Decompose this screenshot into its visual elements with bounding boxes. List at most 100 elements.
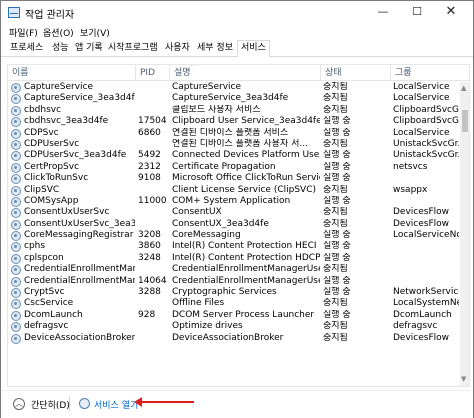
fewer-details-button[interactable]: 간단히(D)	[31, 398, 70, 411]
service-name-text: CDPUserSvc_3ea3d4fe	[24, 150, 127, 161]
table-row[interactable]: CscService Offline Files 중지됨 LocalSystemNe.…	[8, 298, 460, 310]
service-status: 실행 중	[323, 195, 351, 206]
service-name-text: CredentialEnrollmentMana...	[24, 264, 135, 275]
table-row[interactable]: CDPUserSvc 연결된 디바이스 플랫폼 사용자 서... 중지됨 Unista…	[8, 139, 460, 150]
service-description: Intel(R) Content Protection HECI Ser...	[172, 241, 320, 252]
column-pid[interactable]: PID	[136, 65, 170, 81]
menu-options[interactable]: 옵션(O)	[43, 26, 74, 39]
table-row[interactable]: CaptureService_3ea3d4fe CaptureService_3e…	[8, 93, 460, 105]
table-row[interactable]: DcomLaunch 928 DCOM Server Process Launche…	[8, 310, 460, 321]
table-row[interactable]: DeviceAssociationBrokerSvc DeviceAssociat…	[8, 333, 460, 344]
task-manager-window: 작업 관리자 — ☐ ✕ 파일(F) 옵션(O) 보기(V) 프로세스 성능 앱…	[0, 0, 474, 418]
service-name-text: ClipSVC	[24, 184, 60, 195]
vertical-scrollbar[interactable]: ▲ ▼	[460, 82, 469, 386]
service-group: DevicesFlow	[393, 207, 450, 218]
task-manager-icon	[8, 7, 20, 18]
service-name-text: CaptureService	[24, 82, 94, 92]
service-name: CDPSvc	[11, 128, 135, 139]
column-description[interactable]: 설명	[170, 65, 321, 81]
table-row[interactable]: CoreMessagingRegistrar 3208 CoreMessaging 실…	[8, 230, 460, 242]
tab-processes[interactable]: 프로세스	[7, 41, 46, 57]
tab-startup[interactable]: 시작프로그램	[105, 41, 161, 57]
chevron-up-icon[interactable]: ︿	[13, 398, 25, 410]
service-status: 중지됨	[323, 82, 348, 92]
service-name-text: cplspcon	[24, 252, 64, 263]
table-row[interactable]: CDPSvc 6860 연결된 디바이스 플랫폼 서비스 실행 중 LocalServi…	[8, 128, 460, 139]
service-name: cplspcon	[11, 253, 135, 264]
maximize-button[interactable]: ☐	[400, 1, 434, 25]
service-pid: 14064	[138, 275, 167, 286]
gear-icon	[11, 117, 21, 128]
service-pid: 3860	[138, 241, 161, 252]
service-status: 중지됨	[323, 138, 348, 149]
service-group: LocalSystemNe...	[393, 298, 459, 309]
footer-bar: ︿ 간단히(D) 서비스 열기	[1, 390, 473, 418]
window-title: 작업 관리자	[25, 10, 75, 21]
column-name[interactable]: 이름	[8, 65, 136, 81]
table-row[interactable]: ConsentUxUserSvc ConsentUX 중지됨 DevicesFlow	[8, 207, 460, 219]
column-group[interactable]: 그룹	[391, 65, 460, 81]
services-icon[interactable]	[79, 398, 90, 409]
table-row[interactable]: ClickToRunSvc 9108 Microsoft Office ClickT…	[8, 173, 460, 185]
service-name-text: CscService	[24, 298, 74, 309]
service-description: Offline Files	[172, 298, 225, 309]
tab-services[interactable]: 서비스	[237, 40, 270, 58]
service-status: 실행 중	[323, 241, 351, 252]
table-row[interactable]: cbdhsvc 클립보드 사용자 서비스 중지됨 ClipboardSvcG...	[8, 105, 460, 116]
service-name-text: DcomLaunch	[24, 309, 83, 320]
table-row[interactable]: ConsentUxUserSvc_3ea3d4fe ConsentUX_3ea3d…	[8, 219, 460, 230]
column-status[interactable]: 상태	[321, 65, 391, 81]
tab-app-history[interactable]: 앱 기록	[72, 41, 106, 57]
gear-icon	[11, 94, 21, 105]
service-name: CredentialEnrollmentMana...	[11, 264, 135, 276]
tab-users[interactable]: 사용자	[162, 41, 193, 57]
table-row[interactable]: cbdhsvc_3ea3d4fe 17504 Clipboard User Serv…	[8, 116, 460, 128]
footer-divider	[69, 397, 70, 411]
menu-view[interactable]: 보기(V)	[80, 26, 110, 39]
service-description: ConsentUX	[172, 207, 222, 218]
table-row[interactable]: ClipSVC Client License Service (ClipSVC) 중…	[8, 185, 460, 196]
service-name-text: CDPUserSvc	[24, 138, 80, 149]
table-row[interactable]: cplspcon 3248 Intel(R) Content Protection …	[8, 253, 460, 264]
tab-performance[interactable]: 성능	[49, 41, 72, 57]
table-row[interactable]: CryptSvc 3288 Cryptographic Services 실행 중 Ne…	[8, 287, 460, 299]
scroll-up-icon[interactable]: ▲	[461, 84, 466, 92]
service-status: 실행 중	[323, 150, 351, 161]
gear-icon	[11, 310, 21, 321]
table-row[interactable]: defragsvc Optimize drives 중지됨 defragsvc	[8, 321, 460, 333]
gear-icon	[11, 174, 21, 185]
scrollbar-thumb[interactable]	[462, 110, 468, 132]
service-name: ClipSVC	[11, 185, 135, 196]
scroll-down-icon[interactable]: ▼	[461, 375, 466, 383]
table-row[interactable]: COMSysApp 11000 COM+ System Application 실행 …	[8, 196, 460, 207]
title-bar[interactable]: 작업 관리자 — ☐ ✕	[1, 1, 473, 25]
close-button[interactable]: ✕	[434, 1, 468, 25]
tab-bar: 프로세스 성능 앱 기록 시작프로그램 사용자 세부 정보 서비스	[1, 40, 473, 58]
menu-file[interactable]: 파일(F)	[9, 26, 38, 39]
open-services-link[interactable]: 서비스 열기	[94, 398, 138, 411]
minimize-button[interactable]: —	[366, 1, 400, 25]
service-name: COMSysApp	[11, 196, 135, 207]
service-name: ConsentUxUserSvc_3ea3d4fe	[11, 219, 135, 230]
table-row[interactable]: CertPropSvc 2312 Certificate Propagation 실행…	[8, 162, 460, 173]
service-group: wsappx	[393, 184, 428, 195]
table-row[interactable]: CDPUserSvc_3ea3d4fe 5492 Connected Devices…	[8, 150, 460, 162]
menu-bar: 파일(F) 옵션(O) 보기(V)	[1, 25, 473, 39]
service-group: LocalService	[393, 82, 450, 92]
service-group: UnistackSvcGr...	[393, 150, 459, 161]
service-group: LocalService	[393, 93, 450, 104]
service-name-text: COMSysApp	[24, 195, 79, 206]
service-name: ConsentUxUserSvc	[11, 207, 135, 219]
service-status: 중지됨	[323, 184, 348, 195]
table-row[interactable]: cphs 3860 Intel(R) Content Protection HECI…	[8, 241, 460, 253]
service-group: ClipboardSvcG...	[393, 116, 459, 127]
service-pid: 5492	[138, 150, 161, 161]
tab-details[interactable]: 세부 정보	[194, 41, 236, 57]
table-row[interactable]: CaptureService CaptureService 중지됨 LocalServ…	[8, 82, 460, 93]
service-name: CaptureService_3ea3d4fe	[11, 93, 135, 105]
service-description: Microsoft Office ClickToRun Service	[172, 173, 320, 184]
service-description: Connected Devices Platform User Se...	[172, 150, 320, 161]
table-row[interactable]: CredentialEnrollmentMana...14064 Credenti…	[8, 276, 460, 287]
service-name-text: CDPSvc	[24, 127, 59, 138]
table-row[interactable]: CredentialEnrollmentMana... CredentialEnr…	[8, 264, 460, 276]
